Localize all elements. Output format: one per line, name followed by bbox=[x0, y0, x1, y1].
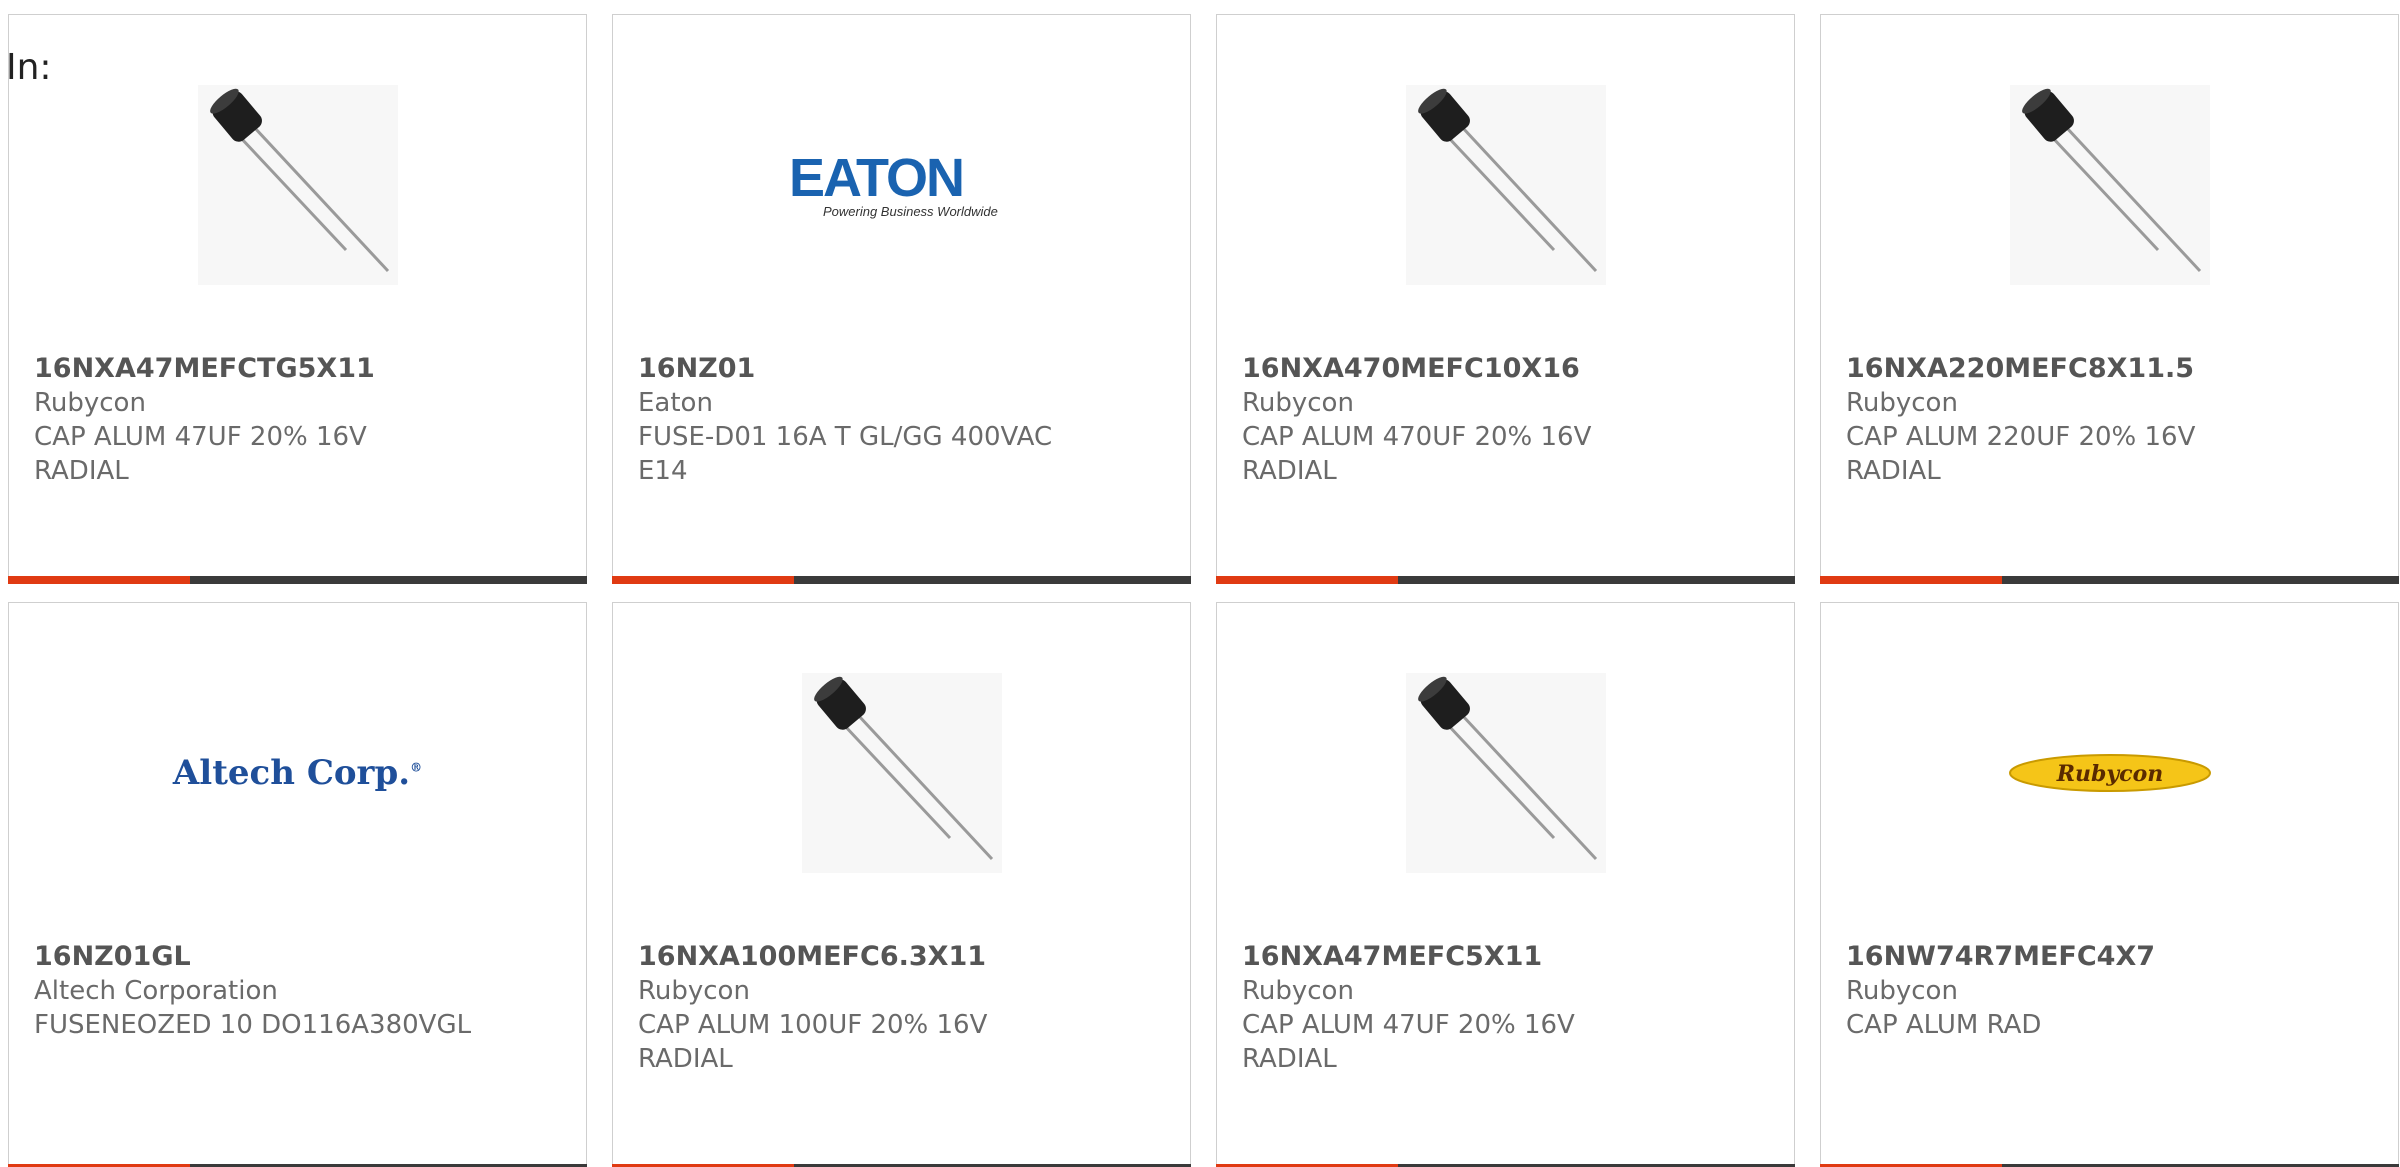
part-number-link[interactable]: 16NXA470MEFC10X16 bbox=[1242, 352, 1742, 386]
svg-text:Powering Business Worldwide: Powering Business Worldwide bbox=[823, 204, 998, 219]
product-image[interactable]: Altech Corp.® bbox=[9, 673, 586, 873]
altech-logo-text: Altech Corp. bbox=[172, 753, 411, 793]
capacitor-image bbox=[2009, 85, 2210, 285]
manufacturer-name: Rubycon bbox=[1242, 976, 1354, 1006]
product-card[interactable]: EATON Powering Business Worldwide 16NZ01… bbox=[612, 14, 1191, 584]
description-line: E14 bbox=[638, 456, 688, 486]
card-accent bbox=[8, 576, 190, 584]
card-accent bbox=[612, 576, 794, 584]
in-filter-label: In: bbox=[6, 47, 52, 88]
product-info: 16NW74R7MEFC4X7 Rubycon CAP ALUM RAD bbox=[1846, 940, 2346, 1042]
svg-text:Rubycon: Rubycon bbox=[2055, 761, 2163, 787]
product-image[interactable] bbox=[1217, 85, 1794, 285]
product-image[interactable] bbox=[1821, 85, 2398, 285]
product-card[interactable]: Rubycon 16NW74R7MEFC4X7 Rubycon CAP ALUM… bbox=[1820, 602, 2399, 1167]
part-number-link[interactable]: 16NZ01GL bbox=[34, 940, 534, 974]
product-info: 16NXA220MEFC8X11.5 Rubycon CAP ALUM 220U… bbox=[1846, 352, 2346, 488]
product-image[interactable] bbox=[613, 673, 1190, 873]
product-info: 16NZ01GL Altech Corporation FUSENEOZED 1… bbox=[34, 940, 534, 1042]
product-image[interactable]: EATON Powering Business Worldwide bbox=[613, 85, 1190, 285]
description-line: RADIAL bbox=[1242, 456, 1337, 486]
description-line: CAP ALUM 100UF 20% 16V bbox=[638, 1010, 988, 1040]
rubycon-logo: Rubycon bbox=[2008, 754, 2211, 792]
description-line: RADIAL bbox=[34, 456, 129, 486]
manufacturer-name: Rubycon bbox=[638, 976, 750, 1006]
card-accent bbox=[1216, 576, 1398, 584]
manufacturer-name: Rubycon bbox=[1846, 388, 1958, 418]
capacitor-image bbox=[1405, 673, 1606, 873]
card-bottom-bar bbox=[1820, 576, 2399, 584]
manufacturer-name: Eaton bbox=[638, 388, 713, 418]
card-bottom-bar bbox=[8, 576, 587, 584]
product-card[interactable]: 16NXA47MEFCTG5X11 Rubycon CAP ALUM 47UF … bbox=[8, 14, 587, 584]
description-line: CAP ALUM 47UF 20% 16V bbox=[1242, 1010, 1575, 1040]
product-card[interactable]: 16NXA100MEFC6.3X11 Rubycon CAP ALUM 100U… bbox=[612, 602, 1191, 1167]
description-line: CAP ALUM 470UF 20% 16V bbox=[1242, 422, 1592, 452]
product-card[interactable]: 16NXA470MEFC10X16 Rubycon CAP ALUM 470UF… bbox=[1216, 14, 1795, 584]
part-number-link[interactable]: 16NXA220MEFC8X11.5 bbox=[1846, 352, 2346, 386]
manufacturer-name: Rubycon bbox=[1846, 976, 1958, 1006]
capacitor-image bbox=[1405, 85, 1606, 285]
capacitor-image bbox=[801, 673, 1002, 873]
description-line: CAP ALUM 220UF 20% 16V bbox=[1846, 422, 2196, 452]
description-line: CAP ALUM 47UF 20% 16V bbox=[34, 422, 367, 452]
product-info: 16NXA470MEFC10X16 Rubycon CAP ALUM 470UF… bbox=[1242, 352, 1742, 488]
description-line: CAP ALUM RAD bbox=[1846, 1010, 2042, 1040]
product-grid: 16NXA47MEFCTG5X11 Rubycon CAP ALUM 47UF … bbox=[8, 14, 2400, 1167]
manufacturer-name: Rubycon bbox=[34, 388, 146, 418]
part-number-link[interactable]: 16NXA100MEFC6.3X11 bbox=[638, 940, 1138, 974]
description-line: FUSE-D01 16A T GL/GG 400VAC bbox=[638, 422, 1053, 452]
description-line: FUSENEOZED 10 DO116A380VGL bbox=[34, 1010, 472, 1040]
product-info: 16NZ01 Eaton FUSE-D01 16A T GL/GG 400VAC… bbox=[638, 352, 1138, 488]
product-image[interactable] bbox=[9, 85, 586, 285]
card-bottom-bar bbox=[612, 576, 1191, 584]
product-info: 16NXA47MEFCTG5X11 Rubycon CAP ALUM 47UF … bbox=[34, 352, 534, 488]
product-card[interactable]: 16NXA47MEFC5X11 Rubycon CAP ALUM 47UF 20… bbox=[1216, 602, 1795, 1167]
description-line: RADIAL bbox=[1846, 456, 1941, 486]
product-results-page: In: 16NXA47MEFCTG5X11 Rubycon CAP ALUM 4… bbox=[0, 0, 2400, 1167]
product-card[interactable]: 16NXA220MEFC8X11.5 Rubycon CAP ALUM 220U… bbox=[1820, 14, 2399, 584]
card-accent bbox=[1820, 576, 2002, 584]
description-line: RADIAL bbox=[638, 1044, 733, 1074]
svg-text:EATON: EATON bbox=[789, 150, 963, 208]
altech-logo: Altech Corp.® bbox=[172, 753, 423, 793]
product-image[interactable] bbox=[1217, 673, 1794, 873]
eaton-logo: EATON Powering Business Worldwide bbox=[789, 150, 998, 219]
product-info: 16NXA100MEFC6.3X11 Rubycon CAP ALUM 100U… bbox=[638, 940, 1138, 1076]
product-info: 16NXA47MEFC5X11 Rubycon CAP ALUM 47UF 20… bbox=[1242, 940, 1742, 1076]
capacitor-image bbox=[197, 85, 398, 285]
card-bottom-bar bbox=[1216, 576, 1795, 584]
manufacturer-name: Altech Corporation bbox=[34, 976, 278, 1006]
part-number-link[interactable]: 16NW74R7MEFC4X7 bbox=[1846, 940, 2346, 974]
description-line: RADIAL bbox=[1242, 1044, 1337, 1074]
part-number-link[interactable]: 16NXA47MEFC5X11 bbox=[1242, 940, 1742, 974]
product-image[interactable]: Rubycon bbox=[1821, 673, 2398, 873]
part-number-link[interactable]: 16NXA47MEFCTG5X11 bbox=[34, 352, 534, 386]
part-number-link[interactable]: 16NZ01 bbox=[638, 352, 1138, 386]
manufacturer-name: Rubycon bbox=[1242, 388, 1354, 418]
product-card[interactable]: Altech Corp.® 16NZ01GL Altech Corporatio… bbox=[8, 602, 587, 1167]
